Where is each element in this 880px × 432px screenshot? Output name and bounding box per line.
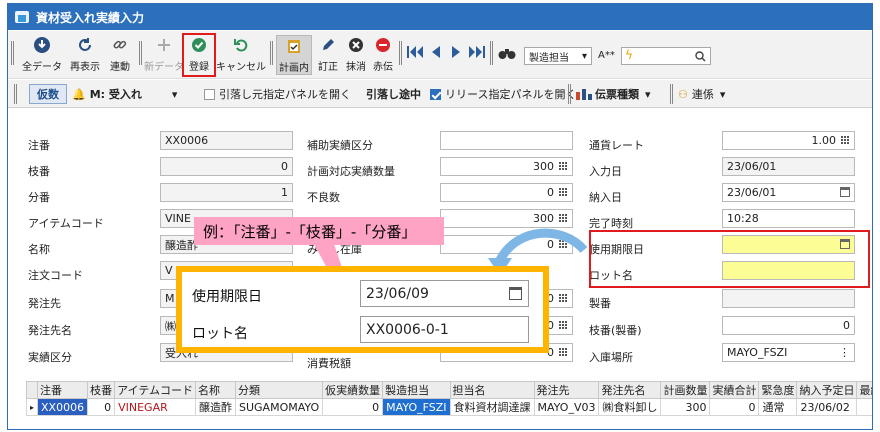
curved-arrow (496, 228, 588, 263)
table-cell[interactable]: MAYO_V03 (533, 398, 600, 416)
example-callout: 例：「注番」-「枝番」-「分番」 (194, 217, 444, 245)
column-header[interactable]: 計画数量 (660, 381, 711, 399)
table-cell[interactable]: 醸造酢 (195, 398, 236, 416)
table-cell[interactable]: 23/06/02 (796, 398, 858, 416)
table-cell[interactable]: VINEGAR (114, 398, 196, 416)
table-cell[interactable] (856, 398, 872, 416)
table-cell[interactable]: 0 (709, 398, 760, 416)
column-header[interactable]: 製造担当 (382, 381, 451, 399)
row-indicator-header (25, 381, 39, 399)
table-cell[interactable]: SUGAMOMAYO (234, 398, 324, 416)
table-cell[interactable]: 通常 (758, 398, 798, 416)
zoom-lot-label: ロット名 (192, 326, 248, 342)
table-cell[interactable]: 0 (322, 398, 384, 416)
calendar-icon[interactable] (509, 287, 522, 300)
column-header[interactable]: 納入予定日 (796, 381, 858, 399)
results-grid: 注番 枝番 アイテムコード 名称 分類 仮実績数量 製造担当 担当名 発注先 発… (25, 381, 872, 429)
table-cell[interactable]: XX0006 (37, 398, 89, 416)
column-header[interactable]: 緊急度 (758, 381, 798, 399)
column-header[interactable]: 分類 (234, 381, 324, 399)
column-header[interactable]: 最終 (856, 381, 872, 399)
zoom-expiry-field[interactable]: 23/06/09 (360, 280, 529, 307)
table-row[interactable]: ▸ XX0006 0 VINEGAR 醸造酢 SUGAMOMAYO 0 MAYO… (25, 398, 872, 416)
grid-header-row: 注番 枝番 アイテムコード 名称 分類 仮実績数量 製造担当 担当名 発注先 発… (25, 381, 872, 399)
zoom-expiry-label: 使用期限日 (192, 289, 262, 305)
column-header[interactable]: 注番 (37, 381, 89, 399)
column-header[interactable]: 名称 (195, 381, 236, 399)
column-header[interactable]: 発注先 (533, 381, 600, 399)
column-header[interactable]: 実績合計 (709, 381, 760, 399)
table-cell[interactable]: MAYO_FSZI (382, 398, 451, 416)
table-cell[interactable]: ㈱食料卸し (598, 398, 662, 416)
table-cell[interactable]: 食料資材調達課 (449, 398, 535, 416)
column-header[interactable]: 発注先名 (598, 381, 662, 399)
column-header[interactable]: 担当名 (449, 381, 535, 399)
zoom-panel: 使用期限日 23/06/09 ロット名 XX0006-0-1 (176, 266, 549, 353)
row-indicator-icon: ▸ (25, 398, 39, 416)
table-cell[interactable]: 300 (660, 398, 711, 416)
column-header[interactable]: 枝番 (87, 381, 116, 399)
table-cell[interactable]: 0 (87, 398, 116, 416)
app-window: 資材受入れ実績入力 全データ 再表示 連動 新データ 登録 キャンセル 計画内 … (7, 3, 873, 430)
column-header[interactable]: アイテムコード (114, 381, 196, 399)
column-header[interactable]: 仮実績数量 (322, 381, 384, 399)
zoom-lot-field[interactable]: XX0006-0-1 (360, 316, 529, 343)
